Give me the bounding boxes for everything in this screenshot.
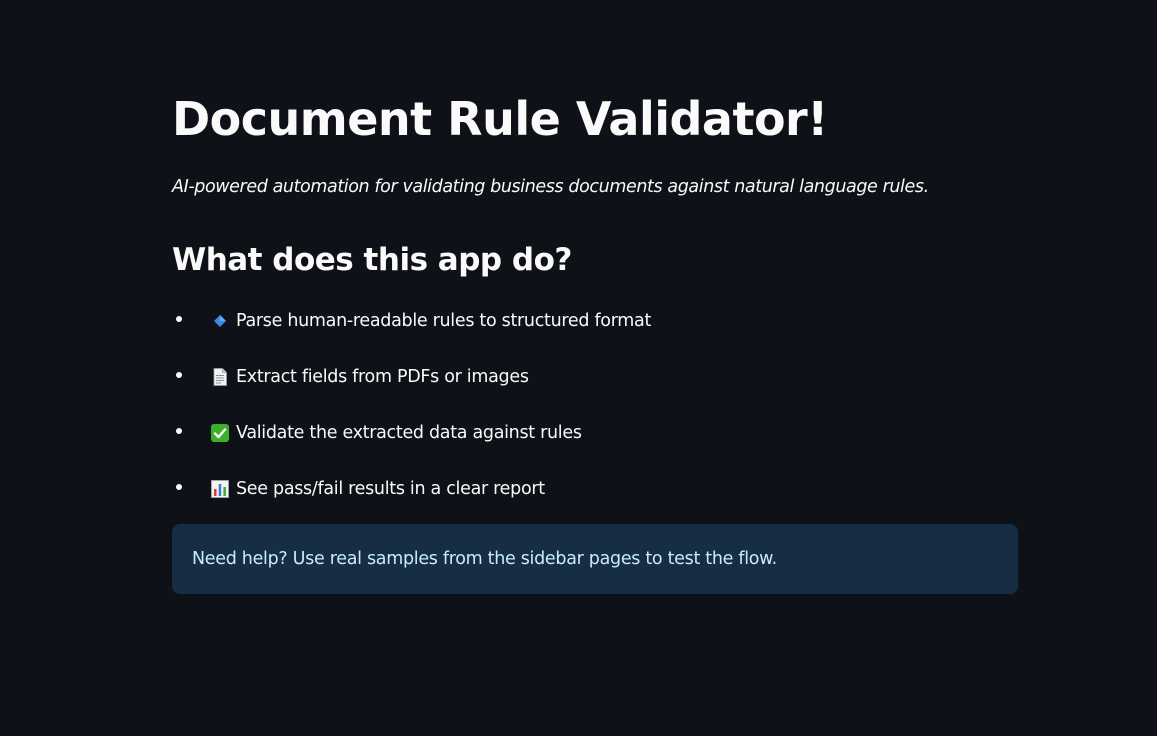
blue-diamond-icon — [210, 311, 230, 331]
feature-text: See pass/fail results in a clear report — [236, 479, 545, 499]
page-subtitle: AI-powered automation for validating bus… — [172, 177, 929, 197]
info-alert: Need help? Use real samples from the sid… — [172, 524, 1018, 594]
page-title: Document Rule Validator! — [172, 92, 828, 146]
page-document-icon — [210, 367, 230, 387]
bar-chart-icon — [210, 479, 230, 499]
feature-text: Parse human-readable rules to structured… — [236, 311, 652, 331]
feature-text: Validate the extracted data against rule… — [236, 423, 582, 443]
bullet-icon — [176, 316, 182, 322]
bullet-icon — [176, 484, 182, 490]
section-heading: What does this app do? — [172, 242, 572, 278]
bullet-icon — [176, 428, 182, 434]
feature-text: Extract fields from PDFs or images — [236, 367, 529, 387]
check-mark-button-icon — [210, 423, 230, 443]
bullet-icon — [176, 372, 182, 378]
info-text: Need help? Use real samples from the sid… — [192, 549, 777, 569]
